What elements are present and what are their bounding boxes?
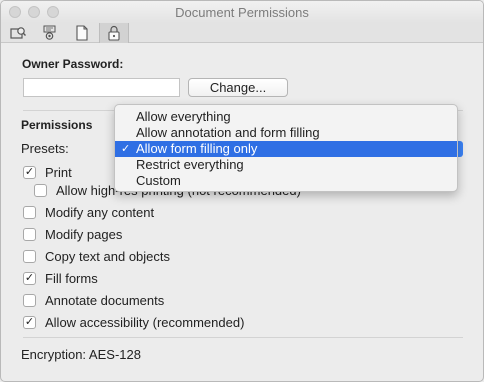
modify-pages-label: Modify pages — [45, 226, 123, 242]
copy-text-checkbox-row[interactable]: Copy text and objects — [23, 247, 170, 265]
security-settings-icon — [10, 27, 26, 39]
preset-option-allow-form-filling-only[interactable]: ✓ Allow form filling only — [115, 141, 457, 157]
permissions-heading: Permissions — [21, 118, 93, 132]
title-bar: Document Permissions — [1, 1, 483, 23]
print-label: Print — [45, 164, 72, 180]
document-icon — [76, 25, 88, 41]
toolbar — [1, 23, 483, 43]
copy-text-label: Copy text and objects — [45, 248, 171, 264]
certificate-icon — [43, 25, 56, 40]
fill-forms-checkbox[interactable]: ✓ — [23, 271, 36, 285]
encryption-label: Encryption: AES-128 — [21, 347, 141, 362]
window-title: Document Permissions — [175, 5, 309, 20]
owner-password-label: Owner Password: — [22, 57, 124, 71]
allow-accessibility-checkbox-row[interactable]: ✓ Allow accessibility (recommended) — [23, 313, 244, 331]
modify-pages-checkbox-row[interactable]: Modify pages — [23, 225, 122, 243]
copy-text-checkbox[interactable] — [23, 249, 36, 263]
allow-accessibility-checkbox[interactable]: ✓ — [23, 315, 36, 329]
preset-option-label: Allow form filling only — [136, 141, 258, 156]
annotate-documents-label: Annotate documents — [45, 292, 165, 308]
high-res-printing-checkbox[interactable] — [34, 183, 47, 197]
fill-forms-label: Fill forms — [45, 270, 98, 286]
modify-pages-checkbox[interactable] — [23, 227, 36, 241]
preset-option-allow-annotation-and-form-filling[interactable]: Allow annotation and form filling — [115, 125, 457, 141]
modify-content-label: Modify any content — [45, 204, 155, 220]
modify-content-checkbox[interactable] — [23, 205, 36, 219]
preset-option-custom[interactable]: Custom — [115, 173, 457, 189]
preset-option-restrict-everything[interactable]: Restrict everything — [115, 157, 457, 173]
toolbar-security-button[interactable] — [3, 23, 33, 43]
modify-content-checkbox-row[interactable]: Modify any content — [23, 203, 154, 221]
footer-divider — [23, 337, 463, 338]
toolbar-document-button[interactable] — [67, 23, 97, 43]
presets-label: Presets: — [21, 141, 69, 156]
fill-forms-checkbox-row[interactable]: ✓ Fill forms — [23, 269, 98, 287]
allow-accessibility-label: Allow accessibility (recommended) — [45, 314, 245, 330]
toolbar-certificate-button[interactable] — [35, 23, 65, 43]
change-password-button[interactable]: Change... — [188, 78, 288, 97]
owner-password-field[interactable] — [23, 78, 180, 97]
selected-checkmark-icon: ✓ — [121, 143, 131, 155]
annotate-documents-checkbox[interactable] — [23, 293, 36, 307]
preset-option-allow-everything[interactable]: Allow everything — [115, 109, 457, 125]
presets-dropdown-menu: Allow everything Allow annotation and fo… — [114, 104, 458, 192]
annotate-documents-checkbox-row[interactable]: Annotate documents — [23, 291, 164, 309]
print-checkbox-row[interactable]: ✓ Print — [23, 163, 72, 181]
toolbar-permissions-button[interactable] — [99, 23, 129, 43]
print-checkbox[interactable]: ✓ — [23, 165, 36, 179]
document-permissions-window: Document Permissions Owner Password: Cha… — [0, 0, 484, 382]
lock-icon — [108, 25, 120, 41]
